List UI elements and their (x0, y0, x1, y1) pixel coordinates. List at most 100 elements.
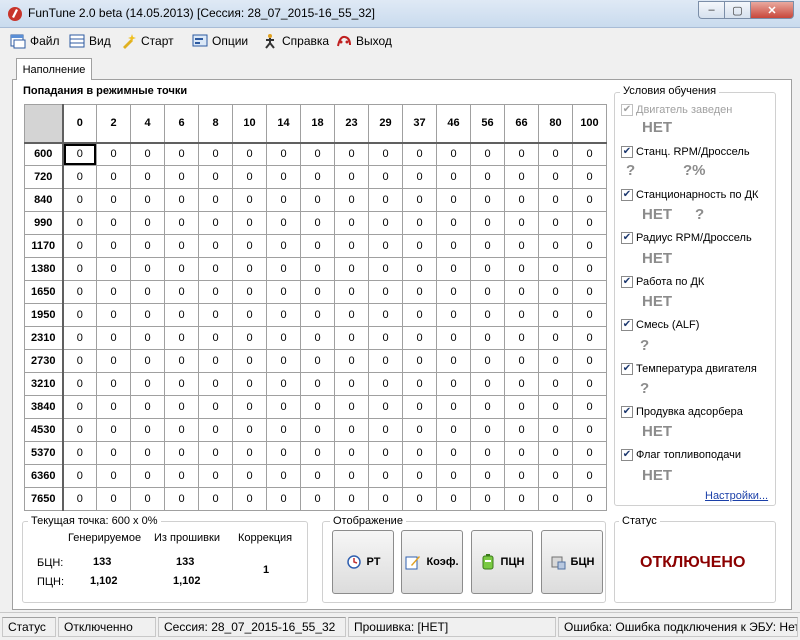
grid-cell[interactable]: 0 (334, 211, 369, 235)
grid-cell[interactable]: 0 (232, 349, 267, 373)
grid-cell[interactable]: 0 (164, 372, 199, 396)
grid-cell[interactable]: 0 (232, 188, 267, 212)
grid-cell[interactable]: 0 (538, 418, 573, 442)
grid-cell[interactable]: 0 (572, 372, 607, 396)
grid-cell[interactable]: 0 (130, 257, 165, 281)
grid-cell[interactable]: 0 (232, 234, 267, 258)
grid-cell[interactable]: 0 (538, 395, 573, 419)
grid-cell[interactable]: 0 (266, 395, 301, 419)
grid-cell[interactable]: 0 (402, 464, 437, 488)
grid-cell[interactable]: 0 (402, 188, 437, 212)
grid-cell[interactable]: 0 (470, 165, 505, 189)
grid-cell[interactable]: 0 (232, 211, 267, 235)
grid-cell[interactable]: 0 (300, 418, 335, 442)
grid-cell[interactable]: 0 (368, 464, 403, 488)
grid-cell[interactable]: 0 (334, 441, 369, 465)
grid-cell[interactable]: 0 (572, 349, 607, 373)
grid-cell[interactable]: 0 (470, 441, 505, 465)
condition-checkbox[interactable]: ✔ (621, 276, 633, 288)
grid-cell[interactable]: 0 (368, 395, 403, 419)
grid-cell[interactable]: 0 (538, 280, 573, 304)
grid-cell[interactable]: 0 (334, 257, 369, 281)
grid-cell[interactable]: 0 (164, 349, 199, 373)
grid-cell[interactable]: 0 (96, 418, 131, 442)
grid-cell[interactable]: 0 (334, 142, 369, 166)
grid-cell[interactable]: 0 (96, 349, 131, 373)
grid-cell[interactable]: 0 (572, 280, 607, 304)
grid-cell[interactable]: 0 (538, 211, 573, 235)
condition-6[interactable]: ✔ Смесь (ALF) (621, 319, 699, 331)
grid-cell[interactable]: 0 (62, 441, 97, 465)
grid-cell[interactable]: 0 (130, 165, 165, 189)
grid-cell[interactable]: 0 (96, 395, 131, 419)
grid-cell[interactable]: 0 (538, 326, 573, 350)
grid-cell[interactable]: 0 (436, 487, 471, 511)
grid-cell[interactable]: 0 (164, 142, 199, 166)
menu-exit[interactable]: Выход (336, 32, 392, 50)
condition-checkbox[interactable]: ✔ (621, 449, 633, 461)
grid-cell[interactable]: 0 (436, 418, 471, 442)
menu-start[interactable]: Старт (121, 32, 174, 50)
menu-view[interactable]: Вид (69, 32, 111, 50)
grid-cell[interactable]: 0 (164, 188, 199, 212)
grid-cell[interactable]: 0 (232, 303, 267, 327)
grid-cell[interactable]: 0 (130, 142, 165, 166)
condition-1[interactable]: ✔ Двигатель заведен (621, 104, 732, 116)
grid-cell[interactable]: 0 (436, 142, 471, 166)
grid-cell[interactable]: 0 (266, 188, 301, 212)
grid-cell[interactable]: 0 (266, 372, 301, 396)
grid-cell[interactable]: 0 (198, 303, 233, 327)
grid-cell[interactable]: 0 (368, 349, 403, 373)
grid-cell[interactable]: 0 (266, 234, 301, 258)
rt-button[interactable]: РТ (332, 530, 394, 594)
grid-cell[interactable]: 0 (334, 418, 369, 442)
grid-cell[interactable]: 0 (572, 142, 607, 166)
grid-cell[interactable]: 0 (266, 211, 301, 235)
grid-cell[interactable]: 0 (504, 372, 539, 396)
grid-cell[interactable]: 0 (402, 303, 437, 327)
grid-cell[interactable]: 0 (266, 326, 301, 350)
grid-cell[interactable]: 0 (96, 165, 131, 189)
grid-cell[interactable]: 0 (164, 257, 199, 281)
grid-cell[interactable]: 0 (504, 188, 539, 212)
grid-cell[interactable]: 0 (198, 487, 233, 511)
grid-cell[interactable]: 0 (232, 280, 267, 304)
grid-cell[interactable]: 0 (198, 464, 233, 488)
grid-cell[interactable]: 0 (96, 372, 131, 396)
grid-cell[interactable]: 0 (436, 395, 471, 419)
grid-cell[interactable]: 0 (538, 303, 573, 327)
grid-cell[interactable]: 0 (334, 303, 369, 327)
grid-cell[interactable]: 0 (436, 188, 471, 212)
grid-cell[interactable]: 0 (164, 464, 199, 488)
grid-cell[interactable]: 0 (402, 165, 437, 189)
grid-cell[interactable]: 0 (572, 487, 607, 511)
grid-cell[interactable]: 0 (130, 395, 165, 419)
grid-cell[interactable]: 0 (470, 280, 505, 304)
grid-cell[interactable]: 0 (538, 372, 573, 396)
condition-checkbox[interactable]: ✔ (621, 189, 633, 201)
condition-3[interactable]: ✔ Станционарность по ДК (621, 189, 758, 201)
grid-cell[interactable]: 0 (368, 441, 403, 465)
grid-cell[interactable]: 0 (266, 464, 301, 488)
grid-cell[interactable]: 0 (504, 395, 539, 419)
grid-cell[interactable]: 0 (130, 487, 165, 511)
grid-cell[interactable]: 0 (504, 142, 539, 166)
menu-options[interactable]: Опции (192, 32, 248, 50)
grid-cell[interactable]: 0 (572, 211, 607, 235)
grid-cell[interactable]: 0 (62, 165, 97, 189)
grid-cell[interactable]: 0 (470, 464, 505, 488)
grid-cell[interactable]: 0 (368, 257, 403, 281)
grid-cell[interactable]: 0 (470, 142, 505, 166)
grid-cell[interactable]: 0 (130, 303, 165, 327)
grid-cell[interactable]: 0 (198, 234, 233, 258)
grid-cell[interactable]: 0 (198, 142, 233, 166)
grid-cell[interactable]: 0 (470, 303, 505, 327)
grid-cell[interactable]: 0 (232, 142, 267, 166)
grid-cell[interactable]: 0 (232, 395, 267, 419)
grid-cell[interactable]: 0 (62, 234, 97, 258)
grid-cell[interactable]: 0 (96, 234, 131, 258)
condition-checkbox[interactable]: ✔ (621, 146, 633, 158)
grid-cell[interactable]: 0 (368, 280, 403, 304)
grid-cell[interactable]: 0 (266, 487, 301, 511)
grid-cell[interactable]: 0 (470, 257, 505, 281)
